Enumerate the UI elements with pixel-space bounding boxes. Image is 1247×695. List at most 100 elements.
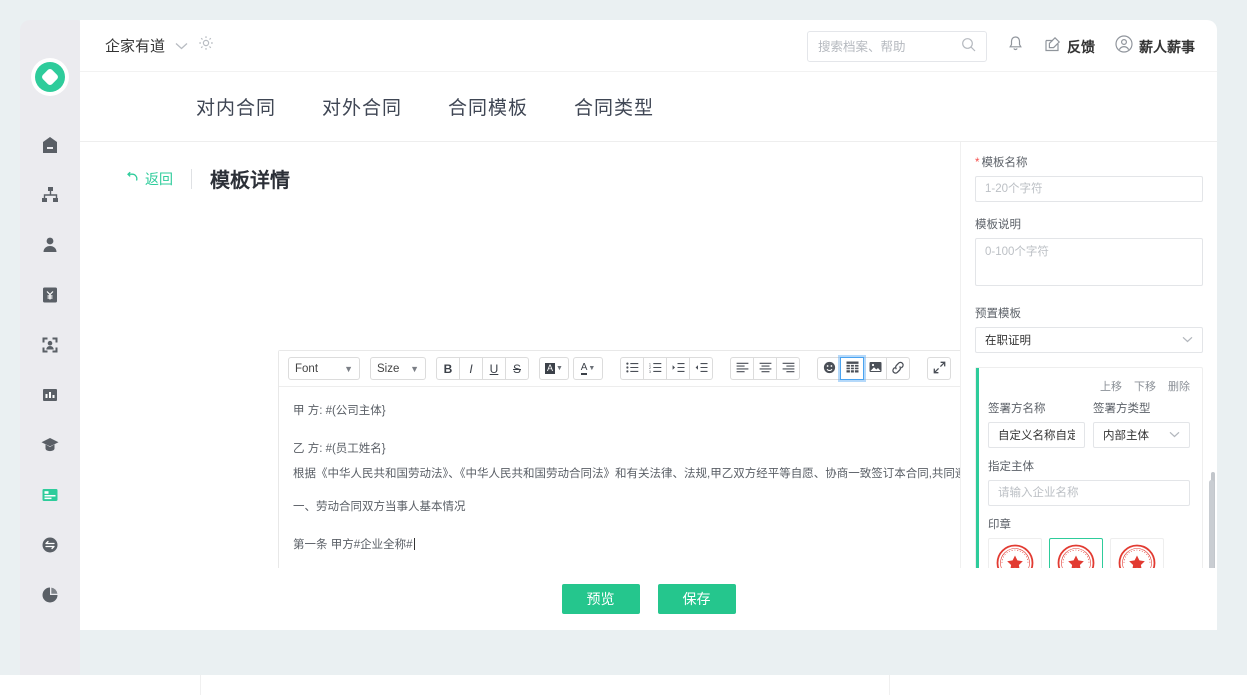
tab-internal-contract[interactable]: 对内合同 bbox=[196, 93, 276, 120]
save-button[interactable]: 保存 bbox=[657, 584, 736, 614]
edit-pencil-icon bbox=[1044, 36, 1061, 58]
top-bar-right: 反馈 薪人薪事 bbox=[807, 31, 1195, 62]
template-desc-label: 模板说明 bbox=[975, 219, 1021, 231]
align-right-icon bbox=[782, 362, 795, 376]
tab-external-contract[interactable]: 对外合同 bbox=[322, 93, 402, 120]
text-style-group: B I U S bbox=[436, 357, 529, 380]
align-left-button[interactable] bbox=[730, 357, 754, 380]
brand-selector[interactable]: 企家有道 bbox=[105, 35, 214, 56]
back-label: 返回 bbox=[145, 170, 173, 187]
text-color-button[interactable]: A ▼ bbox=[573, 357, 603, 380]
font-family-select[interactable]: Font ▼ bbox=[288, 357, 360, 380]
feedback-button[interactable]: 反馈 bbox=[1044, 36, 1095, 58]
brand-name: 企家有道 bbox=[105, 38, 166, 55]
content-area: 返回 模板详情 Font ▼ Size ▼ B I U S A ▼ A ▼ 1 … bbox=[80, 142, 1217, 629]
sidebar-item-reports[interactable] bbox=[20, 370, 80, 420]
indent-button[interactable] bbox=[666, 357, 690, 380]
bold-button[interactable]: B bbox=[436, 357, 460, 380]
preview-button[interactable]: 预览 bbox=[561, 584, 640, 614]
preset-template-select[interactable]: 在职证明 bbox=[975, 327, 1203, 353]
template-name-input[interactable] bbox=[975, 176, 1203, 202]
user-avatar-icon bbox=[1115, 35, 1133, 58]
sidebar-item-organization[interactable] bbox=[20, 170, 80, 220]
page-title: 模板详情 bbox=[210, 170, 290, 192]
back-button[interactable]: 返回 bbox=[125, 169, 173, 189]
doc-line: 甲 方: #(公司主体} bbox=[293, 405, 386, 417]
strikethrough-button[interactable]: S bbox=[505, 357, 529, 380]
italic-button[interactable]: I bbox=[459, 357, 483, 380]
sidebar-item-analytics[interactable] bbox=[20, 570, 80, 620]
underline-label: U bbox=[489, 361, 499, 376]
feedback-label: 反馈 bbox=[1067, 38, 1095, 55]
signer-type-field: 签署方类型 内部主体 bbox=[1093, 400, 1190, 448]
italic-label: I bbox=[469, 361, 473, 376]
signer-type-select[interactable]: 内部主体 bbox=[1093, 422, 1190, 448]
insert-group bbox=[817, 357, 910, 380]
table-button[interactable] bbox=[840, 357, 864, 380]
move-up-button[interactable]: 上移 bbox=[1100, 378, 1122, 394]
sidebar-item-transfer[interactable] bbox=[20, 520, 80, 570]
template-settings-panel: 模板名称 模板说明 预置模板 在职证明 bbox=[960, 142, 1217, 629]
bold-label: B bbox=[443, 361, 453, 376]
align-center-button[interactable] bbox=[753, 357, 777, 380]
sidebar-item-training[interactable] bbox=[20, 420, 80, 470]
sidebar-item-payroll[interactable] bbox=[20, 270, 80, 320]
preset-template-value: 在职证明 bbox=[985, 335, 1031, 347]
image-button[interactable] bbox=[863, 357, 887, 380]
doc-line: 根据《中华人民共和国劳动法》、《中华人民共和国劳动合同法》和有关法律、法规,甲乙… bbox=[293, 468, 960, 481]
chevron-down-icon[interactable] bbox=[175, 40, 188, 52]
font-size-select[interactable]: Size ▼ bbox=[370, 357, 426, 380]
chevron-down-icon: ▼ bbox=[410, 363, 419, 374]
page-header: 返回 模板详情 bbox=[80, 164, 960, 193]
transfer-icon bbox=[40, 535, 60, 555]
sidebar-item-contract[interactable] bbox=[20, 470, 80, 520]
training-cap-icon bbox=[40, 435, 60, 455]
sidebar-item-attendance[interactable] bbox=[20, 320, 80, 370]
tab-contract-type[interactable]: 合同类型 bbox=[574, 93, 654, 120]
emoji-icon bbox=[823, 361, 836, 377]
font-size-label: Size bbox=[377, 362, 400, 375]
align-group bbox=[730, 357, 800, 380]
align-right-button[interactable] bbox=[776, 357, 800, 380]
highlight-color-button[interactable]: A ▼ bbox=[539, 357, 569, 380]
preset-template-field: 预置模板 在职证明 bbox=[975, 305, 1203, 353]
template-desc-field: 模板说明 bbox=[975, 216, 1203, 291]
text-caret bbox=[413, 537, 415, 550]
user-menu[interactable]: 薪人薪事 bbox=[1115, 35, 1195, 58]
template-desc-textarea[interactable] bbox=[975, 238, 1203, 286]
fullscreen-button[interactable] bbox=[927, 357, 951, 380]
delete-button[interactable]: 删除 bbox=[1168, 378, 1190, 394]
subject-field: 指定主体 bbox=[988, 458, 1190, 506]
notifications-button[interactable] bbox=[1007, 35, 1024, 58]
divider bbox=[191, 168, 192, 189]
editor-toolbar: Font ▼ Size ▼ B I U S A ▼ A ▼ 1 2 3 bbox=[279, 351, 960, 387]
signer-name-field: 签署方名称 bbox=[988, 400, 1085, 448]
emoji-button[interactable] bbox=[817, 357, 841, 380]
home-icon bbox=[40, 135, 60, 155]
search-input[interactable] bbox=[818, 39, 953, 54]
doc-line-with-caret: 第一条 甲方#企业全称# bbox=[293, 537, 415, 551]
signer-name-input[interactable] bbox=[988, 422, 1085, 448]
sidebar-item-home[interactable] bbox=[20, 120, 80, 170]
link-button[interactable] bbox=[886, 357, 910, 380]
chevron-down-icon: ▼ bbox=[344, 363, 353, 374]
outdent-button[interactable] bbox=[689, 357, 713, 380]
app-logo[interactable] bbox=[31, 58, 69, 96]
numbered-list-button[interactable]: 123 bbox=[643, 357, 667, 380]
template-name-label: 模板名称 bbox=[975, 154, 1203, 170]
subject-input[interactable] bbox=[988, 480, 1190, 506]
indent-icon bbox=[672, 362, 685, 376]
search-box[interactable] bbox=[807, 31, 987, 62]
size-group: Size ▼ bbox=[370, 357, 426, 380]
underline-button[interactable]: U bbox=[482, 357, 506, 380]
gear-icon[interactable] bbox=[198, 35, 214, 56]
move-down-button[interactable]: 下移 bbox=[1134, 378, 1156, 394]
list-group: 123 bbox=[620, 357, 713, 380]
sidebar-item-employee[interactable] bbox=[20, 220, 80, 270]
signer-card: 上移 下移 删除 签署方名称 签署方类型 bbox=[975, 367, 1203, 601]
search-icon[interactable] bbox=[961, 37, 976, 57]
user-name: 薪人薪事 bbox=[1139, 38, 1195, 55]
image-icon bbox=[869, 361, 882, 376]
bullet-list-button[interactable] bbox=[620, 357, 644, 380]
tab-contract-template[interactable]: 合同模板 bbox=[448, 93, 528, 120]
